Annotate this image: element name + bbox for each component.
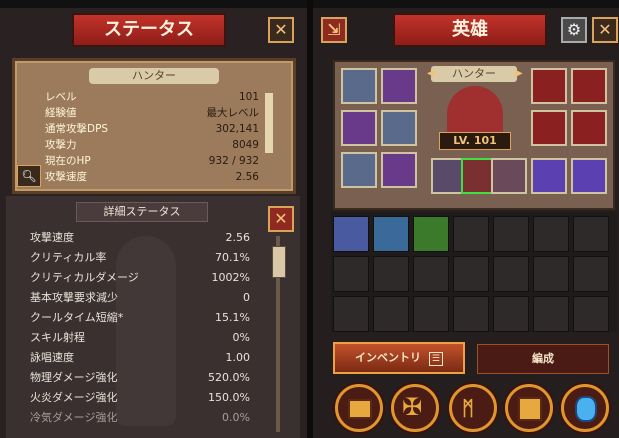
equipment-slot[interactable] <box>381 110 417 146</box>
stats-card: ハンター レベル 101 経験値 最大レベル 通常攻撃DPS 302,141 攻撃力 8… <box>12 58 296 194</box>
stat-row: レベル 101 <box>45 91 259 103</box>
inventory-slot[interactable] <box>493 256 529 292</box>
rune-icon[interactable]: ᛗ <box>449 384 497 432</box>
details-panel: 詳細ステータス ✕ 攻撃速度 2.56 クリティカル率 70.1% クリティカルダメ… <box>6 196 300 438</box>
inventory-slot[interactable] <box>533 216 569 252</box>
hero-panel: ⇲ 英雄 ⚙ ✕ ハンター ◀ ▶ LV. 101 インベントリ ☰ 編成 ✠ … <box>313 0 619 438</box>
exit-icon[interactable]: ⇲ <box>321 17 347 43</box>
close-status-button[interactable]: ✕ <box>268 17 294 43</box>
details-scroll-thumb[interactable] <box>272 246 286 278</box>
inventory-slot[interactable] <box>333 216 369 252</box>
detail-row: 詠唱速度 1.00 <box>30 351 250 364</box>
detail-row: クールタイム短縮* 15.1% <box>30 311 250 324</box>
close-hero-button[interactable]: ✕ <box>592 17 618 43</box>
inventory-grid <box>331 212 617 332</box>
companion-slot[interactable] <box>491 158 527 194</box>
status-title: ステータス <box>72 13 226 47</box>
gear-icon[interactable]: ⚙ <box>561 17 587 43</box>
equipment-slot[interactable] <box>381 152 417 188</box>
detail-row: 攻撃速度 2.56 <box>30 231 250 244</box>
chest-icon[interactable] <box>335 384 383 432</box>
hero-level: LV. 101 <box>439 132 511 150</box>
inventory-slot[interactable] <box>533 256 569 292</box>
inventory-tab-label: インベントリ <box>355 351 422 364</box>
tab-formation[interactable]: 編成 <box>477 344 609 374</box>
rune-slot[interactable] <box>571 158 607 194</box>
inventory-slot[interactable] <box>453 216 489 252</box>
details-list: 攻撃速度 2.56 クリティカル率 70.1% クリティカルダメージ 1002% 基本… <box>30 228 250 438</box>
detail-row: クリティカル率 70.1% <box>30 251 250 264</box>
inventory-slot[interactable] <box>453 296 489 332</box>
tab-inventory[interactable]: インベントリ ☰ <box>333 342 465 374</box>
stat-row: 攻撃速度 2.56 <box>45 171 259 183</box>
stats-list: レベル 101 経験値 最大レベル 通常攻撃DPS 302,141 攻撃力 8049 現… <box>45 89 259 185</box>
inventory-slot[interactable] <box>373 296 409 332</box>
inventory-slot[interactable] <box>373 256 409 292</box>
hero-title: 英雄 <box>393 13 547 47</box>
detail-row: 冷気ダメージ強化 0.0% <box>30 411 250 424</box>
detail-row: 物理ダメージ強化 520.0% <box>30 371 250 384</box>
hero-name-label: ハンター <box>431 66 517 82</box>
inventory-slot[interactable] <box>413 296 449 332</box>
stat-row: 攻撃力 8049 <box>45 139 259 151</box>
detail-row: 基本攻撃要求減少 0 <box>30 291 250 304</box>
detail-row: クリティカルダメージ 1002% <box>30 271 250 284</box>
search-icon[interactable]: 🔍︎ <box>17 165 41 187</box>
stat-row: 通常攻撃DPS 302,141 <box>45 123 259 135</box>
close-details-button[interactable]: ✕ <box>268 206 294 232</box>
details-title: 詳細ステータス <box>76 202 208 222</box>
status-panel: ステータス ✕ ハンター レベル 101 経験値 最大レベル 通常攻撃DPS 302,… <box>0 0 307 438</box>
hunter-label: ハンター <box>89 68 219 84</box>
inventory-slot[interactable] <box>333 256 369 292</box>
inventory-slot[interactable] <box>533 296 569 332</box>
inventory-slot[interactable] <box>573 256 609 292</box>
rune-slot[interactable] <box>531 158 567 194</box>
inventory-slot[interactable] <box>573 216 609 252</box>
inventory-slot[interactable] <box>413 216 449 252</box>
cross-icon[interactable]: ✠ <box>391 384 439 432</box>
detail-row: 火炎ダメージ強化 150.0% <box>30 391 250 404</box>
equipment-slot[interactable] <box>571 110 607 146</box>
stat-row: 現在のHP 932 / 932 <box>45 155 259 167</box>
equipment-slot[interactable] <box>381 68 417 104</box>
detail-row: スキル射程 0% <box>30 331 250 344</box>
inventory-slot[interactable] <box>413 256 449 292</box>
next-hero-arrow[interactable]: ▶ <box>515 66 523 82</box>
inventory-slot[interactable] <box>573 296 609 332</box>
equipment-slot[interactable] <box>531 68 567 104</box>
inventory-slot[interactable] <box>493 296 529 332</box>
stats-scrollbar[interactable] <box>265 93 273 153</box>
menu-icon: ☰ <box>428 352 443 366</box>
equipment-slot[interactable] <box>531 110 567 146</box>
inventory-slot[interactable] <box>373 216 409 252</box>
box-icon[interactable] <box>505 384 553 432</box>
equipment-slot[interactable] <box>571 68 607 104</box>
equipment-slot[interactable] <box>341 152 377 188</box>
gem-icon[interactable] <box>561 384 609 432</box>
top-strip <box>0 0 307 8</box>
stat-row: 経験値 最大レベル <box>45 107 259 119</box>
equipment-slot[interactable] <box>341 110 377 146</box>
top-strip <box>313 0 619 8</box>
inventory-slot[interactable] <box>493 216 529 252</box>
prev-hero-arrow[interactable]: ◀ <box>427 66 435 82</box>
equipment-slot[interactable] <box>341 68 377 104</box>
inventory-slot[interactable] <box>333 296 369 332</box>
inventory-slot[interactable] <box>453 256 489 292</box>
equipment-area: ハンター ◀ ▶ LV. 101 <box>333 60 615 210</box>
